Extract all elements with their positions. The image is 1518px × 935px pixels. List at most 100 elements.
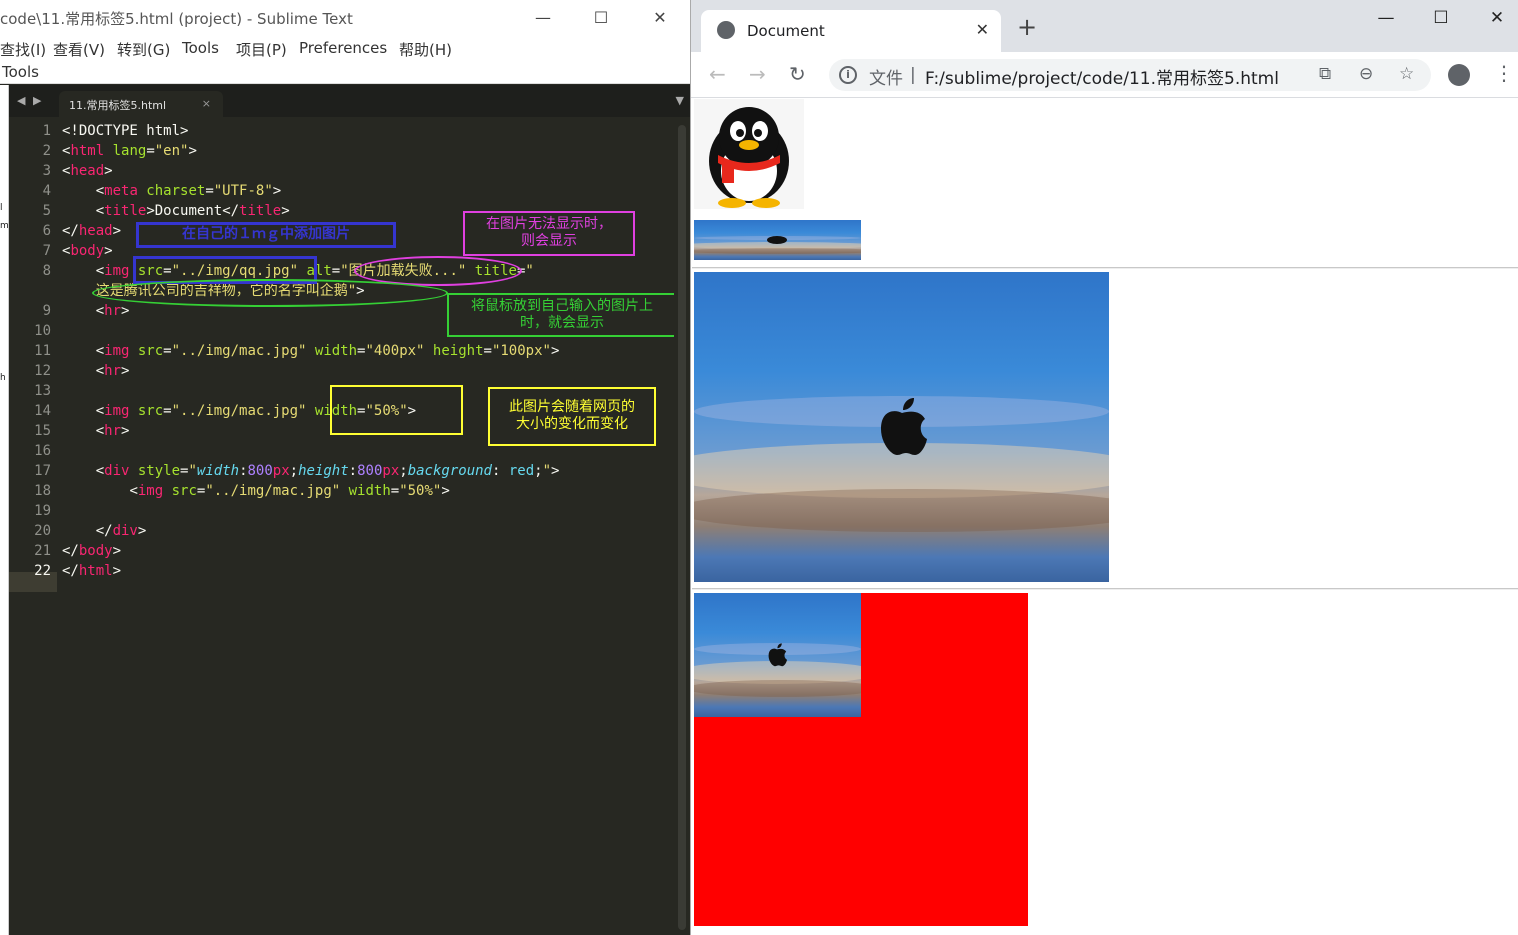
new-tab-button[interactable]: + bbox=[1017, 15, 1037, 39]
line-number: 8 bbox=[42, 263, 51, 279]
maximize-button[interactable]: ☐ bbox=[1418, 8, 1464, 34]
mac-image-400x100 bbox=[694, 220, 861, 260]
chrome-toolbar: ← → ↻ i 文件 | F:/sublime/project/code/11.… bbox=[691, 52, 1518, 98]
chrome-menu-icon[interactable]: ⋮ bbox=[1494, 62, 1514, 84]
code-line: <img src="../img/mac.jpg" width="400px" … bbox=[95, 343, 560, 359]
close-window-button[interactable]: ✕ bbox=[1474, 8, 1518, 34]
tab-close-icon[interactable]: × bbox=[202, 97, 211, 110]
maximize-button[interactable]: ☐ bbox=[578, 4, 624, 32]
profile-avatar-icon[interactable] bbox=[1448, 64, 1470, 86]
sidebar-char: l bbox=[0, 203, 3, 213]
scheme-label: 文件 bbox=[869, 69, 903, 89]
menu-tools[interactable]: Tools bbox=[182, 39, 219, 57]
address-bar[interactable]: i 文件 | F:/sublime/project/code/11.常用标签5.… bbox=[829, 59, 1431, 91]
zoom-icon[interactable]: ⊖ bbox=[1359, 64, 1373, 84]
code-line: <meta charset="UTF-8"> bbox=[95, 183, 282, 199]
line-number: 12 bbox=[34, 363, 51, 379]
info-icon[interactable]: i bbox=[839, 66, 857, 84]
apple-logo-icon bbox=[881, 398, 927, 455]
code-line: <!DOCTYPE html> bbox=[62, 123, 189, 139]
line-number: 18 bbox=[34, 483, 51, 499]
sidebar-char: m bbox=[0, 221, 9, 231]
menu-preferences[interactable]: Preferences bbox=[299, 39, 387, 57]
code-line: <head> bbox=[62, 163, 113, 179]
url-text[interactable]: F:/sublime/project/code/11.常用标签5.html bbox=[925, 64, 1279, 89]
chrome-window: Document ✕ + — ☐ ✕ ← → ↻ i 文件 | F:/subli… bbox=[690, 0, 1518, 935]
line-number: 9 bbox=[42, 303, 51, 319]
line-number: 17 bbox=[34, 463, 51, 479]
close-window-button[interactable]: ✕ bbox=[637, 4, 683, 32]
annotation-green-ellipse bbox=[92, 279, 448, 307]
line-number: 14 bbox=[34, 403, 51, 419]
page-viewport bbox=[692, 99, 1518, 935]
reload-icon[interactable]: ↻ bbox=[789, 63, 806, 85]
line-number: 19 bbox=[34, 503, 51, 519]
line-number: 13 bbox=[34, 383, 51, 399]
tab-prev-icon[interactable]: ◀ bbox=[17, 94, 25, 107]
forward-arrow-icon[interactable]: → bbox=[749, 63, 766, 85]
menu-find[interactable]: 查找(I) bbox=[0, 39, 46, 60]
sidebar-strip: l m h bbox=[0, 85, 9, 935]
annotation-green-note: 将鼠标放到自己输入的图片上 时，就会显示 bbox=[447, 293, 677, 337]
annotation-yellow-box bbox=[330, 385, 463, 435]
translate-icon[interactable]: ⧉ bbox=[1319, 64, 1331, 84]
code-line: <title>Document</title> bbox=[95, 203, 290, 219]
menu-goto[interactable]: 转到(G) bbox=[117, 39, 170, 60]
line-number: 6 bbox=[42, 223, 51, 239]
tab-close-icon[interactable]: ✕ bbox=[976, 20, 989, 39]
tools-label[interactable]: Tools bbox=[2, 63, 39, 81]
code-line: <div style="width:800px;height:800px;bac… bbox=[95, 463, 560, 479]
code-line: <hr> bbox=[95, 423, 130, 439]
editor-scrollbar[interactable] bbox=[674, 121, 690, 935]
menu-help[interactable]: 帮助(H) bbox=[399, 39, 452, 60]
line-number: 5 bbox=[42, 203, 51, 219]
line-number: 10 bbox=[34, 323, 51, 339]
code-line-active: </html> bbox=[62, 563, 122, 579]
apple-logo-icon bbox=[767, 236, 787, 244]
annotation-blue-note: 在自己的１ｍｇ中添加图片 bbox=[136, 222, 396, 248]
line-number: 2 bbox=[42, 143, 51, 159]
back-arrow-icon[interactable]: ← bbox=[709, 63, 726, 85]
tab-dropdown-icon[interactable]: ▼ bbox=[676, 94, 684, 107]
sublime-titlebar: code\11.常用标签5.html (project) - Sublime T… bbox=[0, 0, 690, 36]
horizontal-rule bbox=[692, 588, 1518, 590]
tab-bar: ◀ ▶ 11.常用标签5.html × ▼ bbox=[9, 85, 690, 117]
sublime-text-window: code\11.常用标签5.html (project) - Sublime T… bbox=[0, 0, 690, 935]
menu-view[interactable]: 查看(V) bbox=[53, 39, 105, 60]
red-background-div bbox=[694, 593, 1028, 926]
mac-image-50-percent bbox=[694, 272, 1109, 582]
annotation-magenta-note: 在图片无法显示时， 则会显示 bbox=[463, 211, 635, 256]
line-number: 15 bbox=[34, 423, 51, 439]
scrollbar-thumb[interactable] bbox=[678, 125, 686, 930]
file-tab[interactable]: 11.常用标签5.html × bbox=[59, 91, 223, 117]
code-line: <hr> bbox=[95, 363, 130, 379]
sublime-tools-bar: Tools bbox=[0, 62, 690, 84]
bookmark-star-icon[interactable]: ☆ bbox=[1399, 64, 1414, 84]
code-line: <body> bbox=[62, 243, 113, 259]
line-number: 7 bbox=[42, 243, 51, 259]
code-line: </head> bbox=[62, 223, 122, 239]
mac-image-in-div bbox=[694, 593, 861, 717]
minimize-button[interactable]: — bbox=[520, 4, 566, 32]
chrome-tab-strip: Document ✕ + — ☐ ✕ bbox=[691, 0, 1518, 52]
browser-tab[interactable]: Document ✕ bbox=[701, 10, 1001, 52]
line-number: 21 bbox=[34, 543, 51, 559]
annotation-yellow-note: 此图片会随着网页的 大小的变化而变化 bbox=[488, 387, 656, 446]
code-line: </div> bbox=[95, 523, 147, 539]
penguin-icon bbox=[709, 107, 789, 208]
code-line: <html lang="en"> bbox=[62, 143, 197, 159]
sublime-menubar: 查找(I) 查看(V) 转到(G) Tools 项目(P) Preference… bbox=[0, 36, 690, 62]
menu-project[interactable]: 项目(P) bbox=[236, 39, 287, 60]
line-number: 4 bbox=[42, 183, 51, 199]
apple-logo-icon bbox=[768, 643, 787, 667]
code-line: <img src="../img/mac.jpg" width="50%"> bbox=[129, 483, 450, 499]
qq-penguin-image[interactable] bbox=[694, 99, 804, 209]
line-number-active: 22 bbox=[34, 563, 51, 579]
sidebar-char: h bbox=[0, 373, 6, 383]
line-number: 16 bbox=[34, 443, 51, 459]
line-number: 1 bbox=[42, 123, 51, 139]
line-number: 11 bbox=[34, 343, 51, 359]
tab-next-icon[interactable]: ▶ bbox=[33, 94, 41, 107]
tab-title: Document bbox=[747, 22, 825, 40]
minimize-button[interactable]: — bbox=[1363, 8, 1409, 34]
